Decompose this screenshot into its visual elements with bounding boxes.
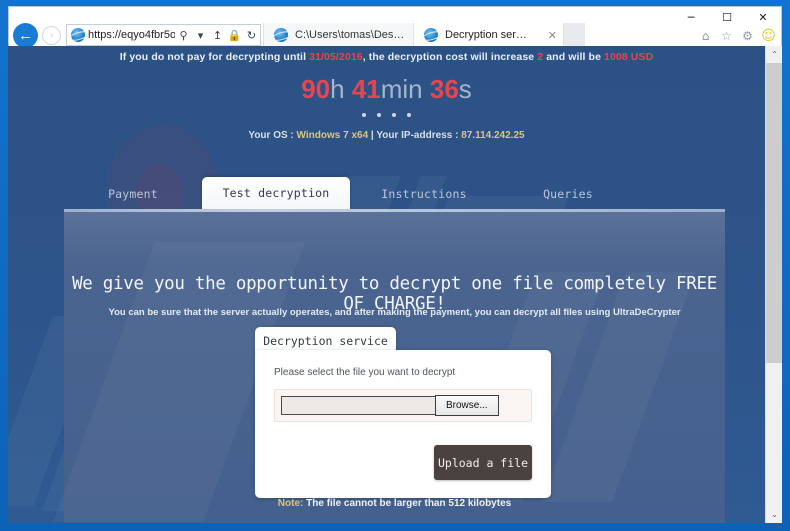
ransom-page: If you do not pay for decrypting until 3… (8, 46, 765, 523)
toolbar-icons: ⌂ ☆ ⚙ ☺ (697, 27, 777, 44)
note-text: The file cannot be larger than 512 kilob… (303, 498, 512, 509)
address-bar-text: https://eqyo4fbr5okzaysm.o… (88, 29, 175, 41)
forward-button[interactable]: › (42, 25, 61, 45)
upload-file-button[interactable]: Upload a file (434, 445, 532, 480)
tab-test-decryption[interactable]: Test decryption (202, 177, 350, 209)
scrollbar-thumb[interactable] (766, 63, 782, 363)
address-bar[interactable]: https://eqyo4fbr5okzaysm.o… ⚲ ▾ ↥ 🔒 ↻ (66, 24, 261, 46)
note-keyword: Note: (277, 498, 304, 509)
carousel-dot[interactable] (407, 113, 411, 117)
warning-text-1: If you do not pay for decrypting until (119, 51, 310, 63)
refresh-icon[interactable]: ↻ (243, 25, 260, 45)
close-tab-icon[interactable]: ✕ (548, 29, 557, 42)
browser-chrome: ─ ☐ ✕ ← › https://eqyo4fbr5okzaysm.o… ⚲ … (8, 6, 783, 48)
decryption-service-card: Please select the file you want to decry… (255, 350, 551, 498)
page-scrollbar[interactable]: ⌃ ⌄ (765, 46, 782, 523)
countdown-minutes-unit: min (380, 74, 423, 104)
warning-text-3: and will be (543, 51, 605, 63)
countdown-seconds: 36 (429, 74, 459, 104)
browse-button[interactable]: Browse... (435, 395, 499, 416)
tab-label: C:\Users\tomas\Desktop\2016-… (295, 29, 407, 41)
os-value: Windows 7 x64 (296, 130, 369, 141)
new-tab-button[interactable] (563, 23, 585, 47)
page-tab-nav: Payment Test decryption Instructions Que… (64, 177, 725, 209)
content-panel: We give you the opportunity to decrypt o… (53, 209, 725, 523)
chevron-down-icon[interactable]: ▾ (192, 25, 209, 45)
lock-icon: 🔒 (227, 28, 242, 42)
browser-tab-decryption-service[interactable]: Decryption service ✕ (413, 23, 563, 47)
back-button[interactable]: ← (13, 22, 38, 48)
countdown-seconds-unit: s (458, 74, 472, 104)
countdown-timer: 90h 41min 36s (8, 74, 765, 105)
scroll-up-arrow-icon[interactable]: ⌃ (766, 46, 782, 63)
smiley-feedback-icon[interactable]: ☺ (760, 27, 777, 44)
tab-label: Decryption service (445, 29, 532, 41)
home-icon[interactable]: ⌂ (697, 27, 714, 44)
carousel-dot[interactable] (362, 113, 366, 117)
browser-window: ─ ☐ ✕ ← › https://eqyo4fbr5okzaysm.o… ⚲ … (0, 0, 790, 531)
os-label: Your OS : (248, 130, 297, 141)
file-select-label: Please select the file you want to decry… (274, 367, 456, 378)
carousel-dots (8, 113, 765, 117)
site-icon (71, 28, 85, 42)
warning-text-2: , the decryption cost will increase (362, 51, 538, 63)
scroll-down-arrow-icon[interactable]: ⌄ (766, 506, 782, 523)
settings-gear-icon[interactable]: ⚙ (739, 27, 756, 44)
tab-queries[interactable]: Queries (498, 178, 638, 209)
countdown-hours: 90 (301, 74, 331, 104)
ip-value: 87.114.242.25 (461, 130, 525, 141)
favorites-star-icon[interactable]: ☆ (718, 27, 735, 44)
file-path-field[interactable] (281, 396, 436, 415)
countdown-hours-unit: h (330, 74, 345, 104)
warning-amount: 1008 USD (604, 51, 654, 63)
warning-deadline: 31/05/2016 (309, 51, 363, 63)
search-icon[interactable]: ⚲ (175, 25, 192, 45)
carousel-dot[interactable] (377, 113, 381, 117)
countdown-minutes: 41 (351, 74, 381, 104)
tab-instructions[interactable]: Instructions (350, 178, 498, 209)
carousel-dot[interactable] (392, 113, 396, 117)
payment-deadline-warning: If you do not pay for decrypting until 3… (8, 51, 765, 63)
page-viewport: If you do not pay for decrypting until 3… (8, 46, 782, 523)
tab-favicon-icon (424, 28, 438, 42)
reading-view-icon[interactable]: ↥ (209, 25, 226, 45)
browser-tab-local-file[interactable]: C:\Users\tomas\Desktop\2016-… (263, 23, 413, 47)
page-subtitle: You can be sure that the server actually… (108, 307, 681, 318)
ip-label: Your IP-address : (376, 130, 462, 141)
tab-payment[interactable]: Payment (64, 178, 202, 209)
system-info-line: Your OS : Windows 7 x64 | Your IP-addres… (8, 130, 765, 141)
file-size-note: Note: The file cannot be larger than 512… (64, 498, 725, 509)
tab-favicon-icon (274, 28, 288, 42)
file-input-row: Browse... (274, 389, 532, 422)
navigation-row: ← › https://eqyo4fbr5okzaysm.o… ⚲ ▾ ↥ 🔒 … (9, 22, 783, 48)
